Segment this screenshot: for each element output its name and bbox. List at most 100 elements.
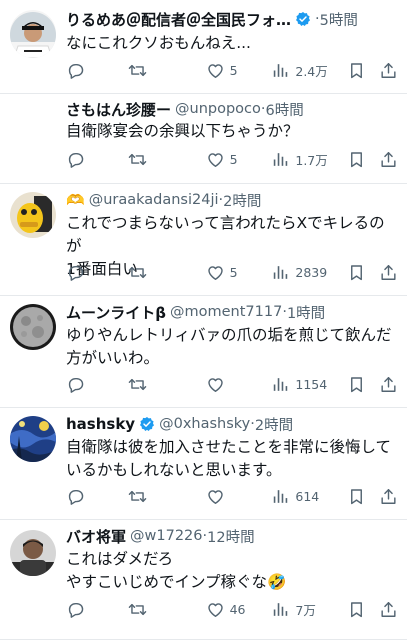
yellow-character-avatar[interactable] bbox=[10, 192, 56, 238]
tweet-actions: 1154 bbox=[66, 372, 399, 396]
bookmark-button[interactable] bbox=[347, 147, 379, 171]
retweet-button[interactable] bbox=[128, 58, 206, 82]
baseball-player-avatar[interactable] bbox=[10, 12, 56, 58]
share-icon bbox=[379, 61, 398, 80]
bookmark-icon bbox=[347, 375, 366, 394]
post-time[interactable]: 5時間 bbox=[320, 9, 358, 30]
bookmark-icon bbox=[347, 150, 366, 169]
tweet-text: 自衛隊は彼を加入させたことを非常に後悔して いるかもしれないと思います。 bbox=[66, 438, 392, 479]
reply-icon bbox=[66, 61, 85, 80]
post-time[interactable]: 2時間 bbox=[223, 190, 261, 211]
bookmark-icon bbox=[347, 487, 366, 506]
tweet-header: さもはん珍腰ー @unpopoco · 6時間 bbox=[66, 98, 399, 120]
views-button[interactable]: 1154 bbox=[271, 372, 347, 396]
share-button[interactable] bbox=[379, 58, 399, 82]
tweet-card[interactable]: hashsky @0xhashsky · 2時間 自衛隊は彼を加入させたことを非常に後… bbox=[0, 408, 407, 520]
tweet-card[interactable]: りるめあ＠配信者＠全国民フォ… · 5時間 なにこれクソおもんねえ... 5 2.4… bbox=[0, 0, 407, 94]
bar-chart-icon bbox=[271, 263, 290, 282]
bar-chart-icon bbox=[271, 61, 290, 80]
heart-icon bbox=[206, 61, 225, 80]
share-button[interactable] bbox=[379, 372, 399, 396]
tweet-card[interactable]: さもはん珍腰ー @unpopoco · 6時間 自衛隊宴会の余興以下ちゃうか？ 5 1… bbox=[0, 12, 407, 184]
like-count: 5 bbox=[229, 151, 238, 167]
like-button[interactable] bbox=[206, 484, 272, 508]
reply-button[interactable] bbox=[66, 372, 128, 396]
post-time[interactable]: 2時間 bbox=[255, 414, 293, 435]
tweet-actions: 46 7万 bbox=[66, 597, 399, 621]
heart-icon bbox=[206, 600, 225, 619]
post-time[interactable]: 1時間 bbox=[287, 302, 325, 323]
tweet-card[interactable]: 🫶 @uraakadansi24ji · 2時間 これでつまらないって言われたらXでキ… bbox=[0, 184, 407, 296]
moon-avatar[interactable] bbox=[10, 304, 56, 350]
reply-button[interactable] bbox=[66, 484, 128, 508]
share-icon bbox=[379, 600, 398, 619]
post-time[interactable]: 12時間 bbox=[207, 526, 254, 547]
post-time[interactable]: 6時間 bbox=[266, 99, 304, 120]
retweet-button[interactable] bbox=[128, 484, 206, 508]
views-button[interactable]: 1.7万 bbox=[271, 147, 347, 171]
user-handle[interactable]: @w17226 bbox=[130, 528, 203, 544]
views-button[interactable]: 7万 bbox=[271, 597, 347, 621]
views-button[interactable]: 614 bbox=[271, 484, 347, 508]
retweet-button[interactable] bbox=[128, 597, 206, 621]
bookmark-icon bbox=[347, 263, 366, 282]
bookmark-button[interactable] bbox=[347, 260, 379, 284]
tweet-text: ゆりやんレトリィバァの爪の垢を煎じて飲んだ 方がいいわ。 bbox=[66, 326, 392, 367]
user-handle[interactable]: @unpopoco bbox=[175, 101, 261, 117]
share-button[interactable] bbox=[379, 260, 399, 284]
tweet-text: これはダメだろ やすこいじめでインプ稼ぐな🤣 bbox=[66, 550, 287, 591]
view-count: 1.7万 bbox=[295, 152, 328, 168]
display-name[interactable]: りるめあ＠配信者＠全国民フォ… bbox=[66, 9, 291, 30]
like-button[interactable] bbox=[206, 372, 272, 396]
tweet-text: なにこれクソおもんねえ... bbox=[66, 34, 251, 52]
user-handle[interactable]: @0xhashsky bbox=[159, 416, 250, 432]
like-button[interactable]: 5 bbox=[206, 260, 272, 284]
reply-button[interactable] bbox=[66, 260, 128, 284]
user-handle[interactable]: @moment7117 bbox=[170, 304, 282, 320]
reply-button[interactable] bbox=[66, 147, 128, 171]
share-button[interactable] bbox=[379, 484, 399, 508]
like-button[interactable]: 5 bbox=[206, 58, 272, 82]
bar-chart-icon bbox=[271, 150, 290, 169]
timeline-feed: りるめあ＠配信者＠全国民フォ… · 5時間 なにこれクソおもんねえ... 5 2.4… bbox=[0, 0, 407, 640]
like-button[interactable]: 46 bbox=[206, 597, 272, 621]
display-name[interactable]: hashsky bbox=[66, 415, 135, 433]
reply-icon bbox=[66, 600, 85, 619]
tweet-actions: 5 1.7万 bbox=[66, 147, 399, 171]
retweet-icon bbox=[128, 375, 147, 394]
view-count: 7万 bbox=[295, 602, 316, 618]
bookmark-button[interactable] bbox=[347, 372, 379, 396]
bookmark-icon bbox=[347, 600, 366, 619]
reply-button[interactable] bbox=[66, 597, 128, 621]
tweet-actions: 5 2839 bbox=[66, 260, 399, 284]
user-handle[interactable]: @uraakadansi24ji bbox=[89, 192, 219, 208]
tweet-header: ムーンライトβ @moment7117 · 1時間 bbox=[66, 301, 399, 323]
bar-chart-icon bbox=[271, 487, 290, 506]
verified-badge-icon bbox=[295, 11, 311, 27]
bookmark-button[interactable] bbox=[347, 597, 379, 621]
display-name[interactable]: さもはん珍腰ー bbox=[66, 99, 171, 120]
view-count: 2.4万 bbox=[295, 63, 328, 79]
man-avatar[interactable] bbox=[10, 530, 56, 576]
share-button[interactable] bbox=[379, 597, 399, 621]
bar-chart-icon bbox=[271, 375, 290, 394]
retweet-icon bbox=[128, 150, 147, 169]
retweet-button[interactable] bbox=[128, 260, 206, 284]
tweet-header: hashsky @0xhashsky · 2時間 bbox=[66, 413, 399, 435]
tweet-card[interactable]: バオ将軍 @w17226 · 12時間 これはダメだろ やすこいじめでインプ稼ぐな🤣 … bbox=[0, 520, 407, 640]
share-icon bbox=[379, 263, 398, 282]
views-button[interactable]: 2.4万 bbox=[271, 58, 347, 82]
like-button[interactable]: 5 bbox=[206, 147, 272, 171]
retweet-button[interactable] bbox=[128, 147, 206, 171]
starry-night-avatar[interactable] bbox=[10, 416, 56, 462]
bookmark-button[interactable] bbox=[347, 484, 379, 508]
display-name[interactable]: ムーンライトβ bbox=[66, 302, 166, 323]
tweet-card[interactable]: ムーンライトβ @moment7117 · 1時間 ゆりやんレトリィバァの爪の垢を煎じ… bbox=[0, 296, 407, 408]
retweet-button[interactable] bbox=[128, 372, 206, 396]
display-name[interactable]: バオ将軍 bbox=[66, 526, 126, 547]
share-button[interactable] bbox=[379, 147, 399, 171]
bookmark-button[interactable] bbox=[347, 58, 379, 82]
views-button[interactable]: 2839 bbox=[271, 260, 347, 284]
reply-button[interactable] bbox=[66, 58, 128, 82]
like-count: 5 bbox=[229, 264, 238, 280]
